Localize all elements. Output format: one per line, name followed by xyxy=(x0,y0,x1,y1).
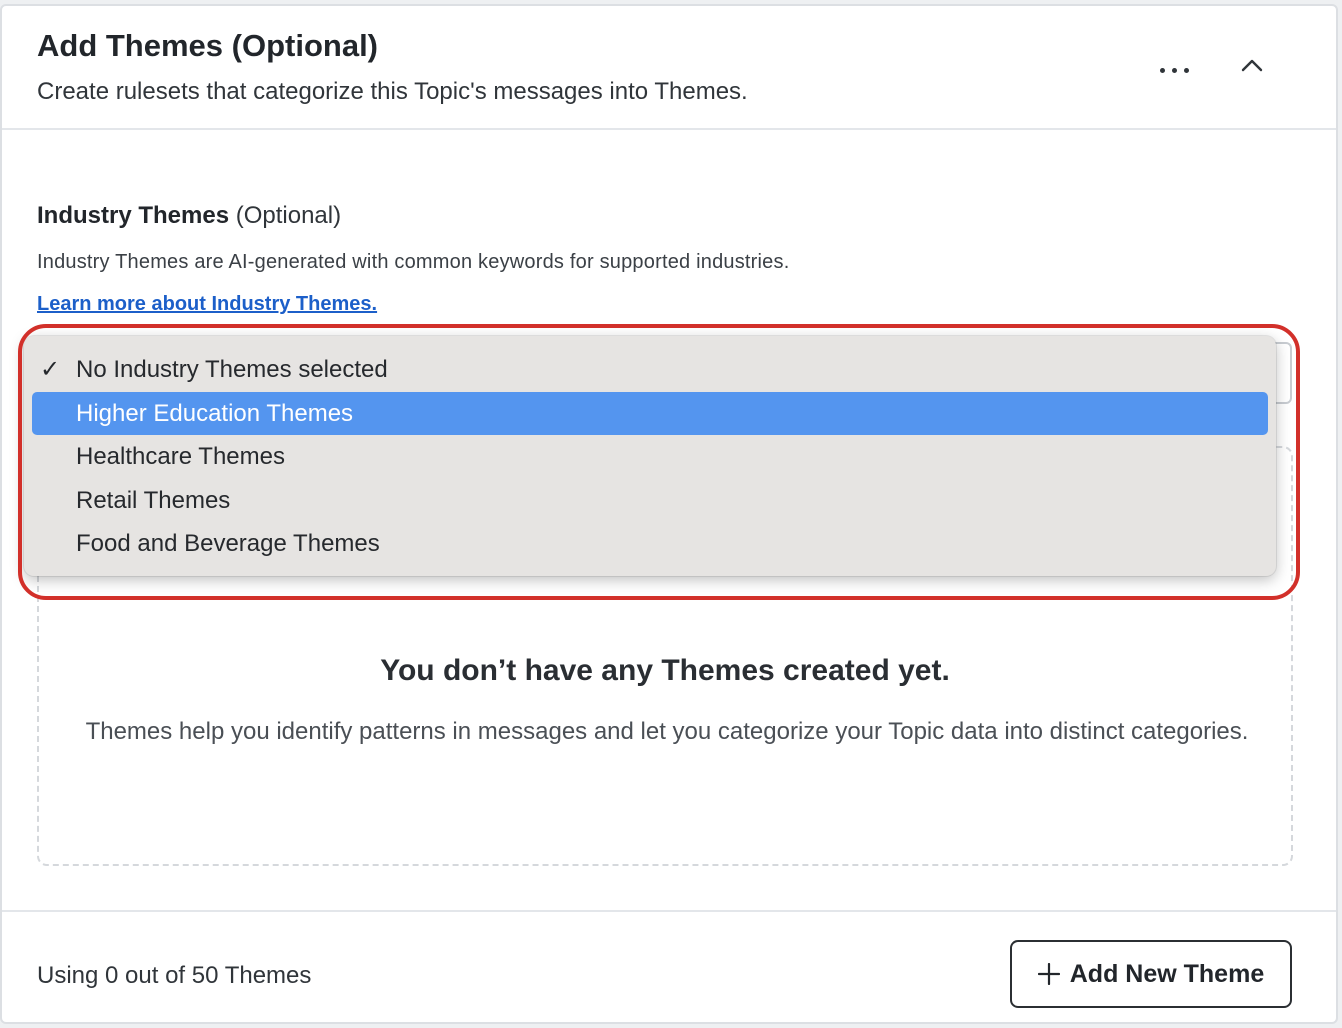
empty-state-title: You don’t have any Themes created yet. xyxy=(380,654,950,687)
annotation-highlight-ring xyxy=(18,324,1300,600)
industry-themes-label: Industry Themes (Optional) xyxy=(37,202,341,230)
panel-title: Add Themes (Optional) xyxy=(37,28,378,63)
panel-subtitle: Create rulesets that categorize this Top… xyxy=(37,78,748,105)
more-horizontal-icon xyxy=(1159,67,1165,73)
add-new-theme-button[interactable]: Add New Theme xyxy=(1010,940,1292,1008)
themes-usage-count: Using 0 out of 50 Themes xyxy=(37,962,312,989)
industry-themes-description: Industry Themes are AI-generated with co… xyxy=(37,251,790,273)
industry-themes-heading: Industry Themes xyxy=(37,202,230,229)
optional-tag: (Optional) xyxy=(235,202,342,229)
learn-more-link[interactable]: Learn more about Industry Themes. xyxy=(37,293,377,316)
add-new-theme-label: Add New Theme xyxy=(1069,959,1265,988)
plus-icon xyxy=(1037,963,1060,985)
panel-header: Add Themes (Optional) Create rulesets th… xyxy=(2,6,1336,130)
empty-state-description: Themes help you identify patterns in mes… xyxy=(85,718,1249,745)
more-options-button[interactable] xyxy=(1146,50,1202,90)
collapse-button[interactable] xyxy=(1230,50,1274,90)
panel-footer: Using 0 out of 50 Themes Add New Theme xyxy=(2,910,1336,1022)
chevron-up-icon xyxy=(1241,59,1263,72)
